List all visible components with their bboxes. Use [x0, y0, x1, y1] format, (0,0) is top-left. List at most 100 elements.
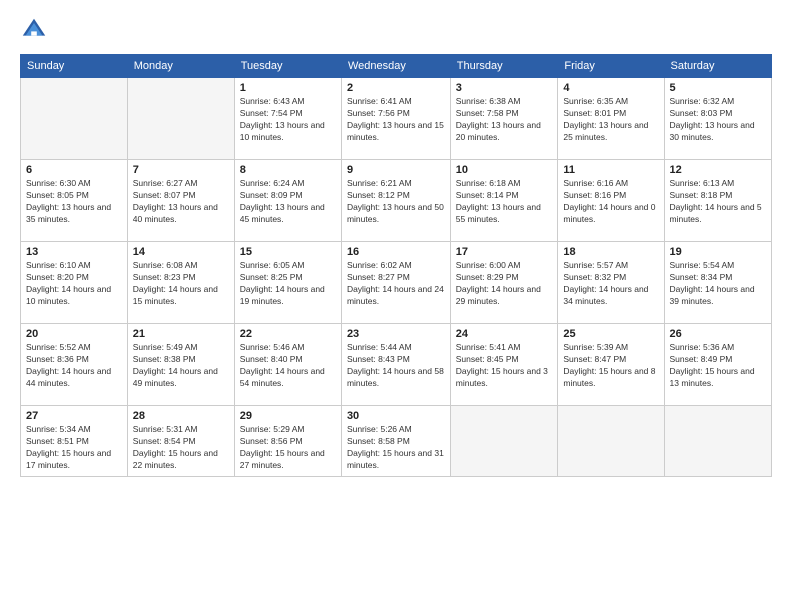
- day-info: Sunrise: 5:49 AM Sunset: 8:38 PM Dayligh…: [133, 342, 229, 390]
- day-info: Sunrise: 5:54 AM Sunset: 8:34 PM Dayligh…: [670, 260, 766, 308]
- day-number: 30: [347, 410, 445, 422]
- calendar-cell: 8 Sunrise: 6:24 AM Sunset: 8:09 PM Daylig…: [234, 160, 341, 242]
- day-info: Sunrise: 5:41 AM Sunset: 8:45 PM Dayligh…: [456, 342, 553, 390]
- day-info: Sunrise: 6:43 AM Sunset: 7:54 PM Dayligh…: [240, 96, 336, 144]
- calendar-cell: 13 Sunrise: 6:10 AM Sunset: 8:20 PM Dayli…: [21, 242, 128, 324]
- day-number: 13: [26, 246, 122, 258]
- header: [20, 16, 772, 44]
- calendar-cell: 12 Sunrise: 6:13 AM Sunset: 8:18 PM Dayli…: [664, 160, 771, 242]
- calendar-cell: 15 Sunrise: 6:05 AM Sunset: 8:25 PM Dayli…: [234, 242, 341, 324]
- calendar-cell: 25 Sunrise: 5:39 AM Sunset: 8:47 PM Dayli…: [558, 324, 664, 406]
- day-info: Sunrise: 5:57 AM Sunset: 8:32 PM Dayligh…: [563, 260, 658, 308]
- day-number: 1: [240, 82, 336, 94]
- week-row-1: 1 Sunrise: 6:43 AM Sunset: 7:54 PM Daylig…: [21, 78, 772, 160]
- day-info: Sunrise: 6:32 AM Sunset: 8:03 PM Dayligh…: [670, 96, 766, 144]
- day-info: Sunrise: 6:02 AM Sunset: 8:27 PM Dayligh…: [347, 260, 445, 308]
- calendar-cell: 9 Sunrise: 6:21 AM Sunset: 8:12 PM Daylig…: [341, 160, 450, 242]
- week-row-2: 6Sunrise: 6:30 AM Sunset: 8:05 PM Daylig…: [21, 160, 772, 242]
- day-info: Sunrise: 6:35 AM Sunset: 8:01 PM Dayligh…: [563, 96, 658, 144]
- day-number: 21: [133, 328, 229, 340]
- day-info: Sunrise: 5:36 AM Sunset: 8:49 PM Dayligh…: [670, 342, 766, 390]
- day-number: 4: [563, 82, 658, 94]
- day-info: Sunrise: 5:26 AM Sunset: 8:58 PM Dayligh…: [347, 424, 445, 472]
- day-info: Sunrise: 6:05 AM Sunset: 8:25 PM Dayligh…: [240, 260, 336, 308]
- calendar-cell: 11 Sunrise: 6:16 AM Sunset: 8:16 PM Dayli…: [558, 160, 664, 242]
- calendar-cell: 17Sunrise: 6:00 AM Sunset: 8:29 PM Dayli…: [450, 242, 558, 324]
- calendar-cell: 5 Sunrise: 6:32 AM Sunset: 8:03 PM Daylig…: [664, 78, 771, 160]
- day-number: 20: [26, 328, 122, 340]
- weekday-wednesday: Wednesday: [341, 55, 450, 78]
- calendar-cell: 10 Sunrise: 6:18 AM Sunset: 8:14 PM Dayli…: [450, 160, 558, 242]
- calendar-cell: 19Sunrise: 5:54 AM Sunset: 8:34 PM Dayli…: [664, 242, 771, 324]
- day-info: Sunrise: 6:13 AM Sunset: 8:18 PM Dayligh…: [670, 178, 766, 226]
- day-info: Sunrise: 6:16 AM Sunset: 8:16 PM Dayligh…: [563, 178, 658, 226]
- day-number: 10: [456, 164, 553, 176]
- calendar-cell: [450, 406, 558, 477]
- calendar-cell: [21, 78, 128, 160]
- day-info: Sunrise: 6:24 AM Sunset: 8:09 PM Dayligh…: [240, 178, 336, 226]
- weekday-friday: Friday: [558, 55, 664, 78]
- day-number: 15: [240, 246, 336, 258]
- week-row-5: 27 Sunrise: 5:34 AM Sunset: 8:51 PM Dayli…: [21, 406, 772, 477]
- day-info: Sunrise: 5:31 AM Sunset: 8:54 PM Dayligh…: [133, 424, 229, 472]
- day-number: 26: [670, 328, 766, 340]
- day-info: Sunrise: 6:30 AM Sunset: 8:05 PM Dayligh…: [26, 178, 122, 226]
- weekday-sunday: Sunday: [21, 55, 128, 78]
- day-number: 2: [347, 82, 445, 94]
- day-info: Sunrise: 6:10 AM Sunset: 8:20 PM Dayligh…: [26, 260, 122, 308]
- calendar-cell: 29Sunrise: 5:29 AM Sunset: 8:56 PM Dayli…: [234, 406, 341, 477]
- day-number: 14: [133, 246, 229, 258]
- calendar-cell: 2 Sunrise: 6:41 AM Sunset: 7:56 PM Daylig…: [341, 78, 450, 160]
- weekday-monday: Monday: [127, 55, 234, 78]
- page: SundayMondayTuesdayWednesdayThursdayFrid…: [0, 0, 792, 612]
- day-info: Sunrise: 6:27 AM Sunset: 8:07 PM Dayligh…: [133, 178, 229, 226]
- day-number: 24: [456, 328, 553, 340]
- week-row-4: 20 Sunrise: 5:52 AM Sunset: 8:36 PM Dayli…: [21, 324, 772, 406]
- calendar-cell: [664, 406, 771, 477]
- day-number: 16: [347, 246, 445, 258]
- day-info: Sunrise: 6:08 AM Sunset: 8:23 PM Dayligh…: [133, 260, 229, 308]
- logo-icon: [20, 16, 48, 44]
- day-info: Sunrise: 5:34 AM Sunset: 8:51 PM Dayligh…: [26, 424, 122, 472]
- calendar-cell: 14 Sunrise: 6:08 AM Sunset: 8:23 PM Dayli…: [127, 242, 234, 324]
- day-info: Sunrise: 6:18 AM Sunset: 8:14 PM Dayligh…: [456, 178, 553, 226]
- weekday-header-row: SundayMondayTuesdayWednesdayThursdayFrid…: [21, 55, 772, 78]
- calendar-cell: 24 Sunrise: 5:41 AM Sunset: 8:45 PM Dayli…: [450, 324, 558, 406]
- calendar-cell: 7Sunrise: 6:27 AM Sunset: 8:07 PM Daylig…: [127, 160, 234, 242]
- calendar-cell: 30 Sunrise: 5:26 AM Sunset: 8:58 PM Dayli…: [341, 406, 450, 477]
- calendar-cell: 28 Sunrise: 5:31 AM Sunset: 8:54 PM Dayli…: [127, 406, 234, 477]
- day-number: 5: [670, 82, 766, 94]
- day-number: 22: [240, 328, 336, 340]
- calendar-cell: 20 Sunrise: 5:52 AM Sunset: 8:36 PM Dayli…: [21, 324, 128, 406]
- day-number: 11: [563, 164, 658, 176]
- calendar-cell: 26 Sunrise: 5:36 AM Sunset: 8:49 PM Dayli…: [664, 324, 771, 406]
- day-number: 27: [26, 410, 122, 422]
- calendar-cell: 23Sunrise: 5:44 AM Sunset: 8:43 PM Dayli…: [341, 324, 450, 406]
- day-info: Sunrise: 5:46 AM Sunset: 8:40 PM Dayligh…: [240, 342, 336, 390]
- logo: [20, 16, 52, 44]
- day-info: Sunrise: 6:21 AM Sunset: 8:12 PM Dayligh…: [347, 178, 445, 226]
- weekday-saturday: Saturday: [664, 55, 771, 78]
- calendar-cell: 6Sunrise: 6:30 AM Sunset: 8:05 PM Daylig…: [21, 160, 128, 242]
- calendar-cell: 18 Sunrise: 5:57 AM Sunset: 8:32 PM Dayli…: [558, 242, 664, 324]
- day-info: Sunrise: 6:41 AM Sunset: 7:56 PM Dayligh…: [347, 96, 445, 144]
- calendar-cell: 16 Sunrise: 6:02 AM Sunset: 8:27 PM Dayli…: [341, 242, 450, 324]
- day-number: 28: [133, 410, 229, 422]
- day-info: Sunrise: 5:52 AM Sunset: 8:36 PM Dayligh…: [26, 342, 122, 390]
- calendar-cell: 21 Sunrise: 5:49 AM Sunset: 8:38 PM Dayli…: [127, 324, 234, 406]
- calendar-cell: 1 Sunrise: 6:43 AM Sunset: 7:54 PM Daylig…: [234, 78, 341, 160]
- day-info: Sunrise: 5:39 AM Sunset: 8:47 PM Dayligh…: [563, 342, 658, 390]
- day-info: Sunrise: 5:29 AM Sunset: 8:56 PM Dayligh…: [240, 424, 336, 472]
- day-number: 25: [563, 328, 658, 340]
- calendar-cell: [558, 406, 664, 477]
- calendar-cell: 3 Sunrise: 6:38 AM Sunset: 7:58 PM Daylig…: [450, 78, 558, 160]
- calendar-table: SundayMondayTuesdayWednesdayThursdayFrid…: [20, 54, 772, 477]
- day-number: 12: [670, 164, 766, 176]
- day-info: Sunrise: 6:38 AM Sunset: 7:58 PM Dayligh…: [456, 96, 553, 144]
- calendar-cell: 22 Sunrise: 5:46 AM Sunset: 8:40 PM Dayli…: [234, 324, 341, 406]
- day-number: 9: [347, 164, 445, 176]
- weekday-tuesday: Tuesday: [234, 55, 341, 78]
- day-number: 18: [563, 246, 658, 258]
- day-number: 8: [240, 164, 336, 176]
- day-number: 3: [456, 82, 553, 94]
